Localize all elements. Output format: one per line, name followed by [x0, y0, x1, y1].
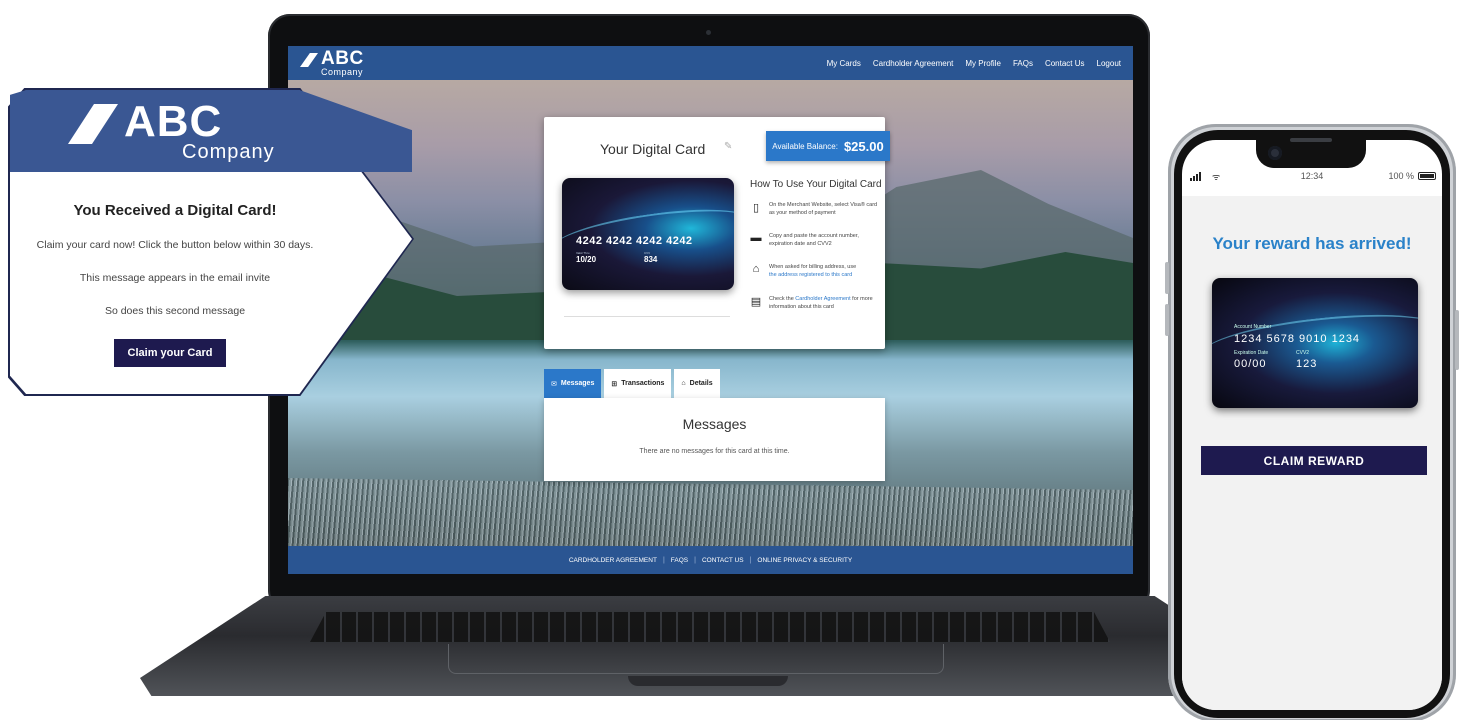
- logo-mark-icon: [68, 104, 118, 144]
- cardholder-agreement-link[interactable]: Cardholder Agreement: [795, 296, 850, 302]
- tab-label: Details: [689, 380, 713, 387]
- howto-item-billing: ⌂ When asked for billing address, use th…: [750, 263, 880, 279]
- panel-title: Your Digital Card: [600, 141, 706, 157]
- phone-volume-button: [1165, 262, 1169, 294]
- nav-link-faqs[interactable]: FAQs: [1013, 59, 1033, 68]
- reward-card-image: Account Number 1234 5678 9010 1234 Expir…: [1212, 278, 1418, 408]
- logo-mark-icon: [300, 53, 318, 67]
- valid-thru-value: 10/20: [576, 255, 597, 264]
- divider: [564, 316, 730, 317]
- nav-link-logout[interactable]: Logout: [1097, 59, 1121, 68]
- registered-address-link[interactable]: the address registered to this card: [769, 272, 852, 278]
- logo-wordmark: ABC: [321, 48, 364, 69]
- cvv2-label: CVV2: [1296, 350, 1310, 356]
- digital-card-image: 4242 4242 4242 4242 Valid Thru 10/20 CVV…: [562, 178, 734, 290]
- phone-screen: ᯤ 12:34 100 % Your reward has arrived! A…: [1182, 140, 1442, 710]
- logo-subtitle: Company: [182, 141, 275, 163]
- footer-link-faqs[interactable]: FAQS: [671, 557, 688, 564]
- digital-card-panel: Your Digital Card ✎ Available Balance: $…: [544, 117, 890, 349]
- logo-subtitle: Company: [321, 67, 364, 77]
- email-heading: You Received a Digital Card!: [73, 202, 277, 219]
- account-number-label: Account Number: [1234, 324, 1272, 330]
- cvv-value: 834: [644, 255, 658, 264]
- nav-link-my-cards[interactable]: My Cards: [827, 59, 861, 68]
- claim-your-card-button[interactable]: Claim your Card: [114, 339, 226, 367]
- howto-text: On the Merchant Website, select Visa® ca…: [769, 202, 878, 216]
- howto-item-copy: ▬ Copy and paste the account number, exp…: [750, 232, 880, 248]
- nav-link-my-profile[interactable]: My Profile: [965, 59, 1001, 68]
- howto-item-agreement: ▤ Check the Cardholder Agreement for mor…: [750, 295, 880, 311]
- howto-text: Copy and paste the account number, expir…: [769, 233, 859, 247]
- phone-speaker: [1290, 138, 1332, 142]
- messages-panel: Messages There are no messages for this …: [544, 398, 885, 481]
- tab-messages[interactable]: ✉ Messages: [544, 369, 602, 398]
- phone-volume-button: [1165, 304, 1169, 336]
- expiration-date: 00/00: [1234, 358, 1267, 370]
- nav-links: My Cards Cardholder Agreement My Profile…: [827, 59, 1121, 68]
- email-line-1: Claim your card now! Click the button be…: [36, 239, 314, 251]
- footer-link-contact-us[interactable]: CONTACT US: [702, 557, 744, 564]
- card-tabs: ✉ Messages ⊞ Transactions ⌂ Details: [544, 369, 720, 398]
- howto-title: How To Use Your Digital Card: [750, 179, 882, 190]
- nav-link-cardholder-agreement[interactable]: Cardholder Agreement: [873, 59, 954, 68]
- email-abc-company-logo: ABC Company: [68, 97, 275, 163]
- battery-icon: [1418, 172, 1436, 180]
- top-navigation: ABC Company My Cards Cardholder Agreemen…: [288, 46, 1133, 80]
- email-line-3: So does this second message: [104, 305, 246, 317]
- abc-company-logo[interactable]: ABC Company: [300, 49, 364, 77]
- claim-reward-button[interactable]: CLAIM REWARD: [1201, 446, 1427, 475]
- home-icon: ⌂: [681, 380, 686, 387]
- battery-percent: 100 %: [1388, 171, 1414, 181]
- nav-link-contact-us[interactable]: Contact Us: [1045, 59, 1085, 68]
- credit-card-icon: ▬: [750, 232, 762, 244]
- footer-link-cardholder-agreement[interactable]: CARDHOLDER AGREEMENT: [569, 557, 657, 564]
- phone-power-button: [1455, 310, 1459, 370]
- home-icon: ⌂: [752, 263, 760, 275]
- tab-label: Transactions: [621, 380, 665, 387]
- pencil-icon[interactable]: ✎: [724, 141, 734, 152]
- cvv2-value: 123: [1296, 358, 1318, 370]
- howto-text: When asked for billing address, use: [769, 264, 857, 270]
- logo-wordmark: ABC: [124, 97, 223, 146]
- tab-transactions[interactable]: ⊞ Transactions: [604, 369, 672, 398]
- document-icon: ▤: [750, 296, 762, 308]
- phone-icon: ▯: [752, 202, 760, 214]
- balance-label: Available Balance:: [772, 141, 838, 151]
- basket-icon: ⊞: [611, 380, 618, 388]
- tab-label: Messages: [560, 380, 595, 387]
- laptop-camera: [706, 30, 711, 35]
- footer-link-privacy-security[interactable]: ONLINE PRIVACY & SECURITY: [757, 557, 852, 564]
- account-number: 1234 5678 9010 1234: [1234, 333, 1361, 345]
- messages-empty-text: There are no messages for this card at t…: [639, 448, 790, 455]
- envelope-icon: ✉: [551, 380, 557, 388]
- laptop-screen: ABC Company My Cards Cardholder Agreemen…: [288, 46, 1133, 574]
- howto-text: Check the: [769, 296, 794, 302]
- reward-title: Your reward has arrived!: [1212, 234, 1412, 253]
- howto-item-merchant: ▯ On the Merchant Website, select Visa® …: [750, 201, 880, 217]
- status-bar: ᯤ 12:34 100 %: [1182, 170, 1442, 184]
- tab-details[interactable]: ⌂ Details: [674, 369, 720, 398]
- card-number: 4242 4242 4242 4242: [576, 235, 693, 247]
- page-footer: CARDHOLDER AGREEMENT | FAQS | CONTACT US…: [288, 546, 1133, 574]
- phone-camera: [1268, 146, 1282, 160]
- expiration-label: Expiration Date: [1234, 350, 1269, 356]
- messages-title: Messages: [682, 416, 747, 432]
- laptop-keyboard: [310, 612, 1110, 642]
- email-line-2: This message appears in the email invite: [79, 272, 271, 284]
- available-balance-badge: Available Balance: $25.00: [766, 131, 890, 161]
- laptop-hinge-notch: [628, 676, 788, 686]
- laptop-trackpad: [448, 644, 944, 674]
- balance-value: $25.00: [843, 138, 884, 154]
